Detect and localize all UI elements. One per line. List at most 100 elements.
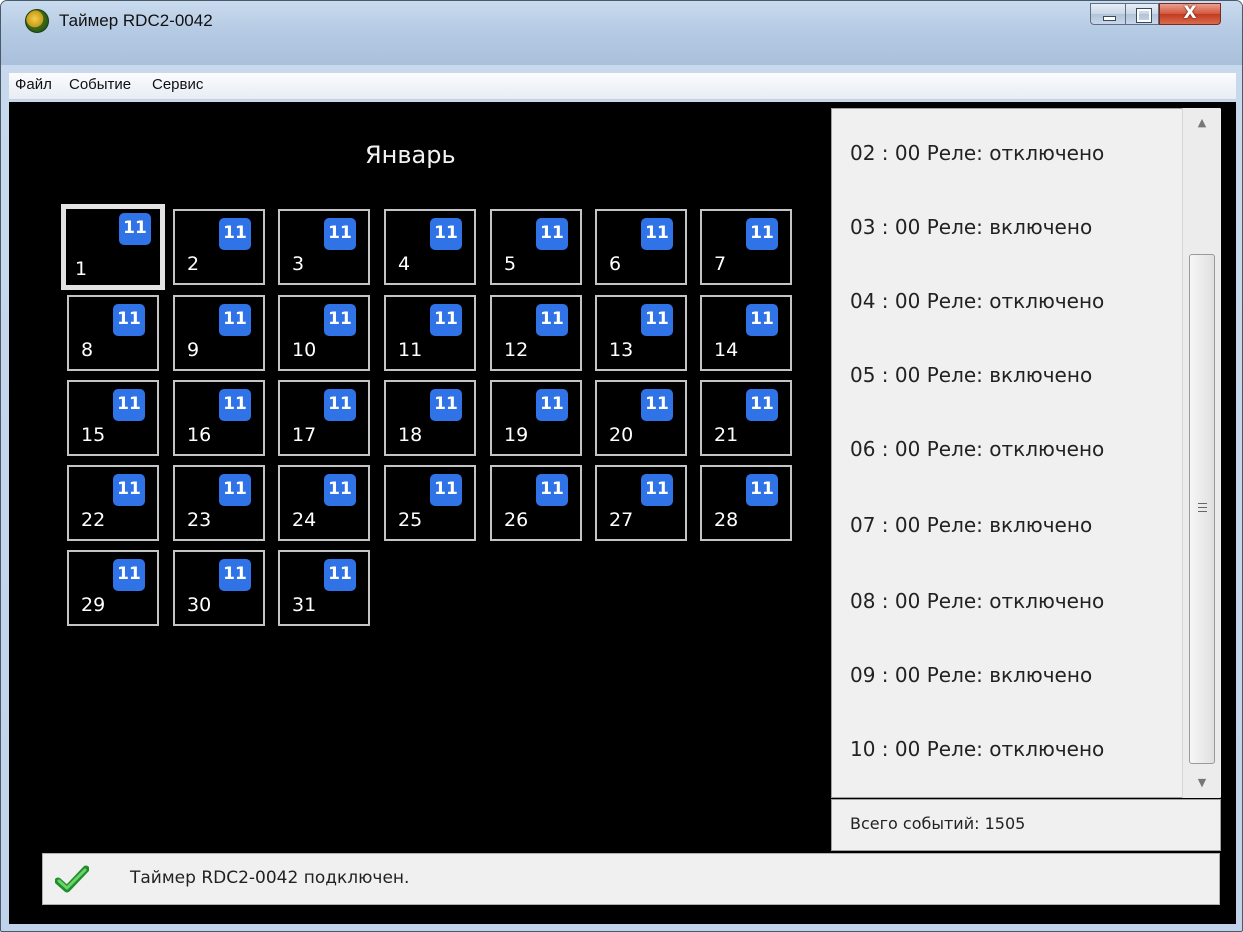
event-count-badge: 11 (536, 304, 568, 336)
event-item[interactable]: 03 : 00 Реле: включено (850, 215, 1092, 239)
calendar-day[interactable]: 26 11 (490, 465, 582, 541)
day-number: 11 (398, 339, 423, 361)
menu-bar: Файл Событие Сервис (9, 73, 1236, 100)
event-count-badge: 11 (641, 474, 673, 506)
event-count-badge: 11 (119, 213, 151, 245)
event-count-badge: 11 (113, 474, 145, 506)
event-item[interactable]: 07 : 00 Реле: включено (850, 513, 1092, 537)
event-count-badge: 11 (536, 389, 568, 421)
event-count-badge: 11 (113, 389, 145, 421)
calendar-day[interactable]: 2 11 (173, 209, 265, 285)
title-bar[interactable]: Таймер RDC2-0042 X (1, 1, 1242, 65)
menu-file[interactable]: Файл (15, 76, 52, 93)
event-count-badge: 11 (430, 474, 462, 506)
status-message: Таймер RDC2-0042 подключен. (130, 868, 410, 888)
event-item[interactable]: 10 : 00 Реле: отключено (850, 737, 1104, 761)
calendar-day[interactable]: 20 11 (595, 380, 687, 456)
event-item[interactable]: 08 : 00 Реле: отключено (850, 589, 1104, 613)
scroll-up-arrow-icon[interactable]: ▲ (1183, 110, 1221, 136)
scroll-down-arrow-icon[interactable]: ▼ (1183, 770, 1221, 796)
calendar-day[interactable]: 7 11 (700, 209, 792, 285)
event-count-badge: 11 (746, 218, 778, 250)
calendar-day[interactable]: 9 11 (173, 295, 265, 371)
day-number: 17 (292, 424, 317, 446)
day-number: 4 (398, 253, 411, 275)
maximize-button[interactable] (1125, 3, 1159, 25)
event-count-badge: 11 (641, 389, 673, 421)
day-number: 10 (292, 339, 317, 361)
calendar-day[interactable]: 18 11 (384, 380, 476, 456)
day-number: 5 (504, 253, 517, 275)
calendar-day[interactable]: 16 11 (173, 380, 265, 456)
calendar-day[interactable]: 30 11 (173, 550, 265, 626)
calendar-day[interactable]: 4 11 (384, 209, 476, 285)
minimize-button[interactable] (1090, 3, 1126, 25)
calendar-day[interactable]: 14 11 (700, 295, 792, 371)
event-count-badge: 11 (536, 218, 568, 250)
event-count-badge: 11 (536, 474, 568, 506)
event-item[interactable]: 02 : 00 Реле: отключено (850, 141, 1104, 165)
calendar-day[interactable]: 10 11 (278, 295, 370, 371)
event-count-badge: 11 (641, 304, 673, 336)
event-count-badge: 11 (746, 389, 778, 421)
event-count-badge: 11 (219, 304, 251, 336)
event-count-badge: 11 (430, 389, 462, 421)
calendar-day[interactable]: 6 11 (595, 209, 687, 285)
event-item[interactable]: 05 : 00 Реле: включено (850, 363, 1092, 387)
day-number: 25 (398, 509, 423, 531)
calendar-day[interactable]: 31 11 (278, 550, 370, 626)
window-title: Таймер RDC2-0042 (59, 11, 213, 30)
event-count-badge: 11 (219, 474, 251, 506)
calendar-day[interactable]: 11 11 (384, 295, 476, 371)
calendar-day[interactable]: 27 11 (595, 465, 687, 541)
calendar-day[interactable]: 25 11 (384, 465, 476, 541)
calendar-day[interactable]: 15 11 (67, 380, 159, 456)
calendar-day[interactable]: 21 11 (700, 380, 792, 456)
event-count-badge: 11 (324, 474, 356, 506)
calendar-day[interactable]: 17 11 (278, 380, 370, 456)
menu-service[interactable]: Сервис (152, 76, 203, 93)
day-number: 7 (714, 253, 727, 275)
calendar-day[interactable]: 23 11 (173, 465, 265, 541)
scroll-thumb[interactable] (1189, 254, 1215, 764)
day-number: 15 (81, 424, 106, 446)
event-count-badge: 11 (430, 304, 462, 336)
calendar-day[interactable]: 8 11 (67, 295, 159, 371)
events-total: Всего событий: 1505 (850, 814, 1026, 833)
calendar-day[interactable]: 29 11 (67, 550, 159, 626)
check-icon (55, 865, 89, 893)
app-icon[interactable] (25, 9, 49, 33)
close-icon: X (1183, 3, 1197, 23)
event-count-badge: 11 (113, 559, 145, 591)
calendar-day[interactable]: 12 11 (490, 295, 582, 371)
event-count-badge: 11 (430, 218, 462, 250)
calendar-day[interactable]: 24 11 (278, 465, 370, 541)
day-number: 23 (187, 509, 212, 531)
day-number: 14 (714, 339, 739, 361)
event-count-badge: 11 (219, 389, 251, 421)
menu-event[interactable]: Событие (69, 76, 131, 93)
event-item[interactable]: 06 : 00 Реле: отключено (850, 437, 1104, 461)
calendar-day[interactable]: 19 11 (490, 380, 582, 456)
event-count-badge: 11 (746, 474, 778, 506)
day-number: 2 (187, 253, 200, 275)
day-number: 30 (187, 594, 212, 616)
close-button[interactable]: X (1159, 3, 1221, 25)
day-number: 16 (187, 424, 212, 446)
event-item[interactable]: 09 : 00 Реле: включено (850, 663, 1092, 687)
event-item[interactable]: 04 : 00 Реле: отключено (850, 289, 1104, 313)
calendar-day[interactable]: 13 11 (595, 295, 687, 371)
month-title: Январь (365, 141, 456, 169)
calendar-day[interactable]: 1 11 (61, 204, 165, 290)
calendar-day[interactable]: 5 11 (490, 209, 582, 285)
day-number: 3 (292, 253, 305, 275)
day-number: 12 (504, 339, 529, 361)
events-list: 02 : 00 Реле: отключено 03 : 00 Реле: вк… (831, 108, 1221, 798)
grip-icon (1198, 503, 1207, 512)
event-count-badge: 11 (113, 304, 145, 336)
calendar-day[interactable]: 3 11 (278, 209, 370, 285)
calendar-day[interactable]: 22 11 (67, 465, 159, 541)
day-number: 22 (81, 509, 106, 531)
events-scrollbar[interactable]: ▲ ▼ (1182, 108, 1220, 798)
calendar-day[interactable]: 28 11 (700, 465, 792, 541)
